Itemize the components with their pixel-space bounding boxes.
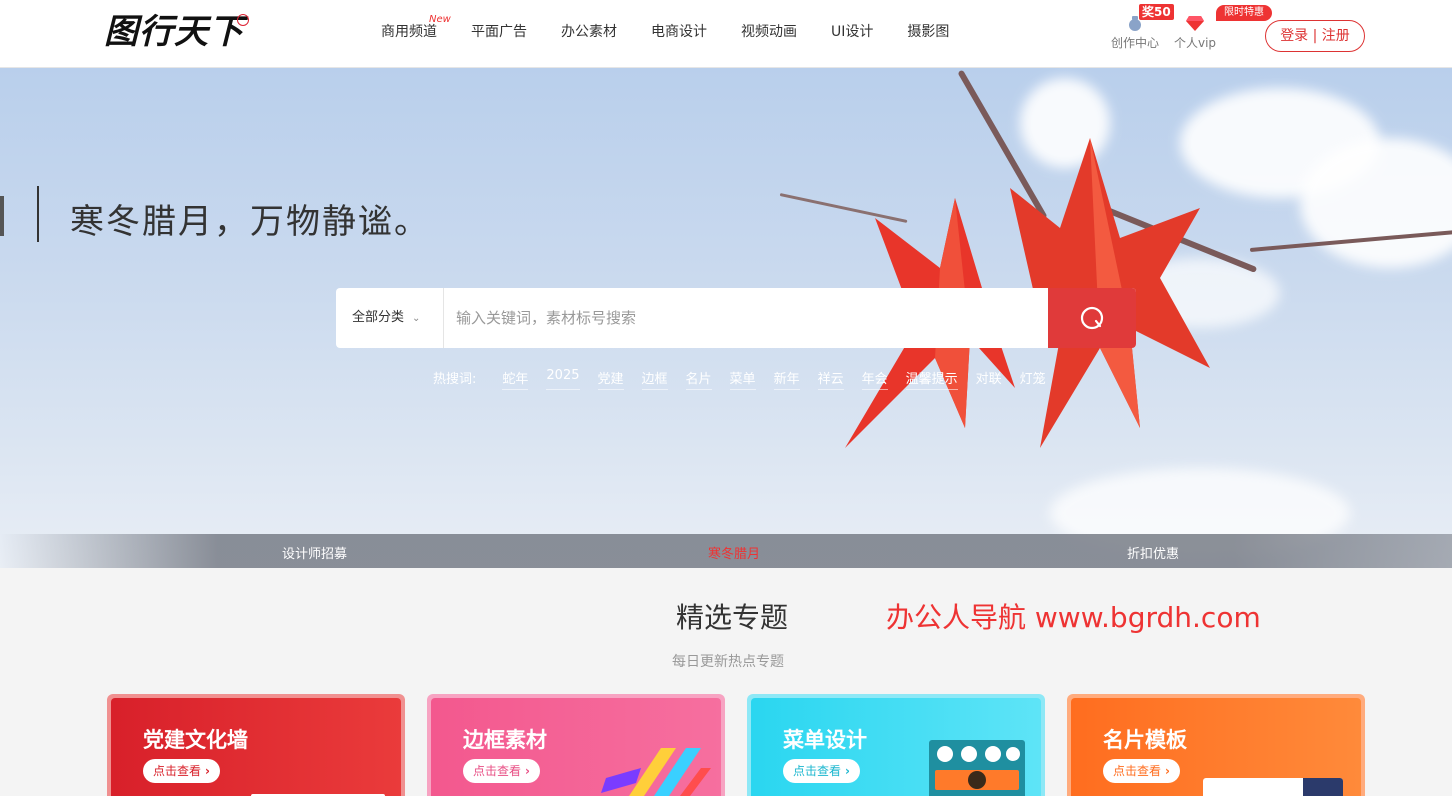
nav-item-ui[interactable]: UI设计 bbox=[831, 22, 873, 42]
slogan-divider bbox=[37, 186, 39, 242]
slogan-decor-mark bbox=[0, 196, 4, 236]
card-title: 边框素材 bbox=[463, 728, 547, 752]
carousel-tab-recruit[interactable]: 设计师招募 bbox=[282, 543, 347, 562]
view-button[interactable]: 点击查看 › bbox=[1103, 759, 1180, 783]
chevron-right-icon: › bbox=[1165, 764, 1170, 778]
nav-label: 办公素材 bbox=[561, 24, 617, 40]
new-badge: New bbox=[429, 14, 451, 25]
nav-label: UI设计 bbox=[831, 24, 874, 40]
topic-card-namecard[interactable]: 名片模板 点击查看 › bbox=[1067, 694, 1365, 796]
hot-word-link[interactable]: 蛇年 bbox=[502, 368, 529, 390]
logo-seal-icon bbox=[237, 14, 249, 26]
reward-badge: 奖50 bbox=[1139, 4, 1174, 20]
logo-text: 图行天下 bbox=[104, 12, 244, 52]
banner-carousel-strip: 设计师招募 寒冬腊月 折扣优惠 bbox=[0, 534, 1452, 568]
hot-search-words: 热搜词: 蛇年 2025 党建 边框 名片 菜单 新年 祥云 年会 温馨提示 对… bbox=[433, 368, 1064, 390]
card-body: 边框素材 点击查看 › bbox=[431, 698, 721, 796]
topic-card-party[interactable]: 党建文化墙 点击查看 › bbox=[107, 694, 405, 796]
hot-word-link[interactable]: 边框 bbox=[641, 368, 668, 390]
hot-search-label: 热搜词: bbox=[433, 372, 477, 387]
view-button-label: 点击查看 bbox=[153, 764, 202, 778]
view-button-label: 点击查看 bbox=[793, 764, 842, 778]
nav-item-commercial[interactable]: 商用频道 New bbox=[381, 14, 451, 42]
vip-link[interactable]: 个人vip bbox=[1172, 14, 1218, 51]
section-subtitle: 每日更新热点专题 bbox=[672, 654, 784, 670]
topic-card-menu[interactable]: 菜单设计 点击查看 › bbox=[747, 694, 1045, 796]
hero-banner: 寒冬腊月，万物静谧。 全部分类 ⌄ 热搜词: 蛇年 2025 党建 边框 名片 菜… bbox=[0, 68, 1452, 568]
card-title: 菜单设计 bbox=[783, 728, 867, 752]
hot-word-link[interactable]: 灯笼 bbox=[1020, 368, 1046, 390]
nav-item-photo[interactable]: 摄影图 bbox=[907, 22, 949, 42]
search-category-select[interactable]: 全部分类 ⌄ bbox=[336, 288, 444, 348]
banner-slogan: 寒冬腊月，万物静谧。 bbox=[70, 202, 430, 242]
hot-word-link[interactable]: 党建 bbox=[597, 368, 624, 390]
search-bar: 全部分类 ⌄ bbox=[336, 288, 1136, 348]
search-button[interactable] bbox=[1048, 288, 1136, 348]
nav-item-print-ads[interactable]: 平面广告 bbox=[471, 22, 527, 42]
nav-label: 平面广告 bbox=[471, 24, 527, 40]
card-body: 菜单设计 点击查看 › bbox=[751, 698, 1041, 796]
chevron-down-icon: ⌄ bbox=[412, 313, 421, 324]
view-button[interactable]: 点击查看 › bbox=[783, 759, 860, 783]
hot-word-link[interactable]: 名片 bbox=[685, 368, 712, 390]
topic-card-border[interactable]: 边框素材 点击查看 › bbox=[427, 694, 725, 796]
chevron-right-icon: › bbox=[845, 764, 850, 778]
carousel-tab-winter[interactable]: 寒冬腊月 bbox=[708, 543, 760, 562]
card-thumbnail bbox=[601, 748, 711, 796]
card-title: 名片模板 bbox=[1103, 728, 1187, 752]
card-body: 名片模板 点击查看 › bbox=[1071, 698, 1361, 796]
nav-label: 摄影图 bbox=[907, 24, 950, 40]
view-button[interactable]: 点击查看 › bbox=[463, 759, 540, 783]
main-nav: 商用频道 New 平面广告 办公素材 电商设计 视频动画 UI设计 摄影图 bbox=[381, 14, 983, 42]
create-center-label: 创作中心 bbox=[1110, 36, 1159, 50]
nav-item-office[interactable]: 办公素材 bbox=[561, 22, 617, 42]
card-thumbnail bbox=[929, 740, 1025, 796]
chevron-right-icon: › bbox=[205, 764, 210, 778]
view-button-label: 点击查看 bbox=[1113, 764, 1162, 778]
nav-item-video[interactable]: 视频动画 bbox=[741, 22, 797, 42]
chevron-right-icon: › bbox=[525, 764, 530, 778]
hot-word-link[interactable]: 祥云 bbox=[817, 368, 844, 390]
search-category-label: 全部分类 bbox=[352, 310, 405, 325]
hot-word-link[interactable]: 年会 bbox=[861, 368, 888, 390]
nav-label: 电商设计 bbox=[651, 24, 707, 40]
view-button-label: 点击查看 bbox=[473, 764, 522, 778]
card-body: 党建文化墙 点击查看 › bbox=[111, 698, 401, 796]
hot-word-link[interactable]: 对联 bbox=[976, 368, 1002, 390]
hot-word-link[interactable]: 温馨提示 bbox=[905, 368, 958, 390]
vip-label: 个人vip bbox=[1173, 36, 1217, 50]
view-button[interactable]: 点击查看 › bbox=[143, 759, 220, 783]
hot-word-link[interactable]: 2025 bbox=[546, 368, 580, 390]
nav-item-ecommerce[interactable]: 电商设计 bbox=[651, 22, 707, 42]
section-title: 精选专题 bbox=[676, 601, 789, 634]
card-title: 党建文化墙 bbox=[143, 728, 248, 752]
limited-offer-badge: 限时特惠 bbox=[1216, 5, 1272, 21]
diamond-icon bbox=[1172, 14, 1218, 34]
nav-label: 视频动画 bbox=[741, 24, 797, 40]
carousel-tab-discount[interactable]: 折扣优惠 bbox=[1127, 543, 1179, 562]
card-thumbnail-accent bbox=[1303, 778, 1343, 796]
top-header: 图行天下 商用频道 New 平面广告 办公素材 电商设计 视频动画 UI设计 摄… bbox=[0, 0, 1452, 68]
hot-word-link[interactable]: 新年 bbox=[773, 368, 800, 390]
site-logo[interactable]: 图行天下 bbox=[104, 10, 249, 54]
search-input[interactable] bbox=[456, 288, 1036, 348]
watermark-text: 办公人导航 www.bgrdh.com bbox=[886, 601, 1261, 634]
hot-word-link[interactable]: 菜单 bbox=[729, 368, 756, 390]
search-icon bbox=[1080, 306, 1104, 330]
login-register-button[interactable]: 登录 | 注册 bbox=[1265, 20, 1365, 52]
